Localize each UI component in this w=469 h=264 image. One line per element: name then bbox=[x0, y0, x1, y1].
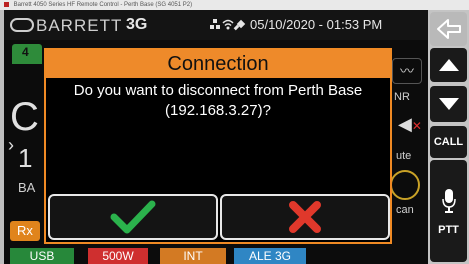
scan-icon bbox=[390, 170, 420, 200]
back-button[interactable] bbox=[430, 12, 467, 46]
triangle-up-icon bbox=[438, 59, 459, 71]
side-panel: CALL PTT bbox=[428, 10, 469, 264]
mute-label: ute bbox=[396, 150, 412, 162]
bg-ba-text: BA bbox=[18, 180, 36, 195]
logo-text: BARRETT bbox=[36, 16, 123, 35]
triangle-down-icon bbox=[438, 98, 459, 110]
bg-channel-letter: C bbox=[10, 95, 39, 139]
mute-speaker-icon: ◀✕ bbox=[398, 114, 422, 134]
window-title: Barrett 4050 Series HF Remote Control - … bbox=[13, 2, 193, 8]
ptt-button[interactable]: PTT bbox=[430, 160, 467, 262]
back-arrow-icon bbox=[436, 19, 461, 39]
checkmark-icon bbox=[110, 200, 156, 234]
microphone-icon bbox=[441, 189, 456, 213]
dialog-message: Do you want to disconnect from Perth Bas… bbox=[46, 81, 390, 121]
tab-usb[interactable]: USB bbox=[10, 248, 74, 264]
confirm-button[interactable] bbox=[48, 194, 218, 240]
tab-power[interactable]: 500W bbox=[88, 248, 148, 264]
nr-label: NR bbox=[394, 91, 410, 103]
bg-arrow: › bbox=[8, 135, 14, 155]
barrett-logo: BARRETT bbox=[10, 16, 122, 36]
cancel-button[interactable] bbox=[220, 194, 390, 240]
status-bar: BARRETT 3G 05/10/2020 - 01:53 PM bbox=[4, 10, 428, 40]
connection-dialog: Connection Do you want to disconnect fro… bbox=[44, 48, 392, 244]
rx-indicator: Rx bbox=[10, 221, 40, 241]
dialog-message-line2: (192.168.3.27)? bbox=[165, 102, 271, 119]
mode-indicator: 3G bbox=[126, 16, 148, 33]
status-icons bbox=[209, 17, 249, 34]
bottom-bar: USB 500W INT ALE 3G bbox=[4, 248, 428, 264]
bg-channel-digit: 1 bbox=[18, 143, 33, 173]
network-wifi-satellite-icon bbox=[210, 19, 246, 31]
app-icon bbox=[4, 1, 9, 7]
x-icon bbox=[289, 201, 321, 233]
scroll-down-button[interactable] bbox=[430, 86, 467, 122]
ptt-label: PTT bbox=[438, 224, 459, 236]
date-time: 05/10/2020 - 01:53 PM bbox=[250, 17, 383, 32]
tab-int[interactable]: INT bbox=[160, 248, 226, 264]
dialog-title: Connection bbox=[46, 50, 390, 78]
scan-label: can bbox=[396, 204, 414, 216]
bg-channel-tab-label: 4 bbox=[22, 45, 29, 59]
dialog-message-line1: Do you want to disconnect from Perth Bas… bbox=[73, 82, 363, 99]
logo-ring-icon bbox=[10, 18, 34, 32]
radio-screen: BARRETT 3G 05/10/2020 - 01:53 PM 4 C › 1… bbox=[4, 10, 428, 264]
noise-reduction-wave-icon: 〰 bbox=[392, 58, 422, 84]
window-titlebar: Barrett 4050 Series HF Remote Control - … bbox=[0, 0, 469, 10]
scroll-up-button[interactable] bbox=[430, 48, 467, 82]
tab-ale-3g[interactable]: ALE 3G bbox=[234, 248, 306, 264]
call-button[interactable]: CALL bbox=[430, 126, 467, 158]
